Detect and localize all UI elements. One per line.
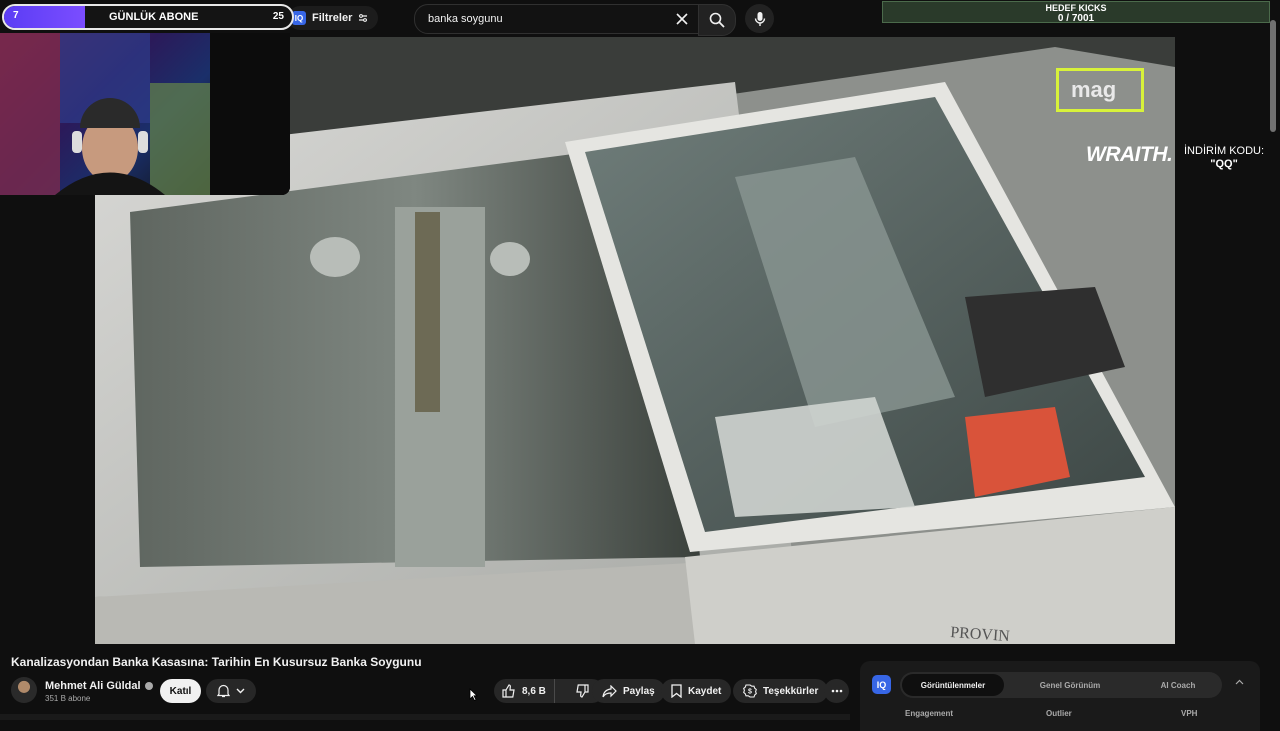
subscriber-overlay-title: GÜNLÜK ABONE — [109, 11, 199, 23]
column-vph: VPH — [1181, 709, 1198, 718]
search-bar — [414, 4, 700, 34]
iq-logo: IQ — [872, 675, 891, 694]
mag-logo: mag — [1056, 68, 1144, 112]
column-engagement: Engagement — [905, 709, 954, 718]
filters-button[interactable]: IQ Filtreler — [288, 6, 379, 30]
daily-subscriber-overlay: 7 GÜNLÜK ABONE 25 — [2, 4, 294, 30]
channel-name-row[interactable]: Mehmet Ali Güldal — [45, 680, 153, 692]
svg-text:$: $ — [748, 689, 752, 696]
mouse-cursor-icon — [469, 688, 478, 702]
search-button[interactable] — [698, 4, 736, 36]
kicks-goal-overlay: HEDEF KICKS 0 / 7001 — [882, 1, 1270, 24]
super-thanks-icon: $ — [743, 684, 757, 698]
svg-text:PROVIN: PROVIN — [950, 624, 1011, 644]
sliders-icon — [359, 14, 368, 22]
verified-icon — [144, 682, 153, 691]
channel-avatar[interactable] — [11, 677, 37, 703]
more-horizontal-icon — [831, 689, 842, 693]
tab-overview[interactable]: Genel Görünüm — [1018, 672, 1122, 698]
more-actions-button[interactable] — [824, 679, 849, 703]
share-button[interactable]: Paylaş — [592, 679, 665, 703]
page-scrollbar[interactable] — [1270, 20, 1276, 132]
webcam-overlay — [0, 33, 290, 195]
bookmark-icon — [671, 684, 682, 698]
filters-label: Filtreler — [312, 12, 353, 24]
search-icon — [709, 12, 725, 28]
share-icon — [602, 684, 617, 697]
like-button[interactable]: 8,6 B — [494, 679, 555, 703]
streamer-webcam — [0, 33, 290, 195]
tab-views[interactable]: Görüntülenmeler — [902, 674, 1004, 696]
clear-search-icon[interactable] — [673, 10, 691, 28]
tab-ai-coach[interactable]: AI Coach — [1136, 672, 1220, 698]
channel-name[interactable]: Mehmet Ali Güldal — [45, 680, 141, 692]
goal-title: HEDEF KICKS — [1045, 3, 1107, 13]
like-dislike-group: 8,6 B — [494, 679, 604, 703]
promo-code: İNDİRİM KODU: "QQ" — [1184, 145, 1264, 171]
join-button[interactable]: Katıl — [160, 679, 201, 703]
mag-logo-text: mag — [1071, 77, 1117, 102]
wraith-logo: WRAITH. — [1086, 143, 1173, 166]
chevron-up-icon[interactable] — [1235, 679, 1244, 685]
like-count: 8,6 B — [522, 685, 546, 697]
save-button[interactable]: Kaydet — [661, 679, 732, 703]
share-label: Paylaş — [623, 685, 655, 697]
description-box-edge — [0, 714, 850, 720]
iq-badge-icon: IQ — [292, 11, 306, 25]
search-input[interactable] — [426, 12, 660, 26]
subscriber-current-count: 7 — [13, 10, 19, 21]
column-outlier: Outlier — [1046, 709, 1072, 718]
thumbs-down-icon — [576, 684, 590, 698]
subscriber-count: 351 B abone — [45, 694, 91, 703]
extension-tabs: Görüntülenmeler Genel Görünüm AI Coach — [900, 672, 1222, 698]
chevron-down-icon — [236, 688, 245, 694]
save-label: Kaydet — [688, 685, 722, 697]
subscriber-target-count: 25 — [272, 11, 284, 22]
thanks-label: Teşekkürler — [763, 685, 819, 697]
analytics-extension-panel: IQ Görüntülenmeler Genel Görünüm AI Coac… — [860, 661, 1260, 731]
video-title: Kanalizasyondan Banka Kasasına: Tarihin … — [11, 655, 422, 669]
promo-label: İNDİRİM KODU: — [1184, 145, 1265, 157]
microphone-icon — [754, 11, 765, 26]
thanks-button[interactable]: $ Teşekkürler — [733, 679, 829, 703]
thumbs-up-icon — [502, 684, 515, 698]
promo-code-value: "QQ" — [1210, 158, 1238, 170]
notification-button[interactable] — [206, 679, 256, 703]
goal-value: 0 / 7001 — [1057, 13, 1095, 24]
bell-icon — [217, 684, 230, 698]
voice-search-button[interactable] — [745, 4, 774, 33]
